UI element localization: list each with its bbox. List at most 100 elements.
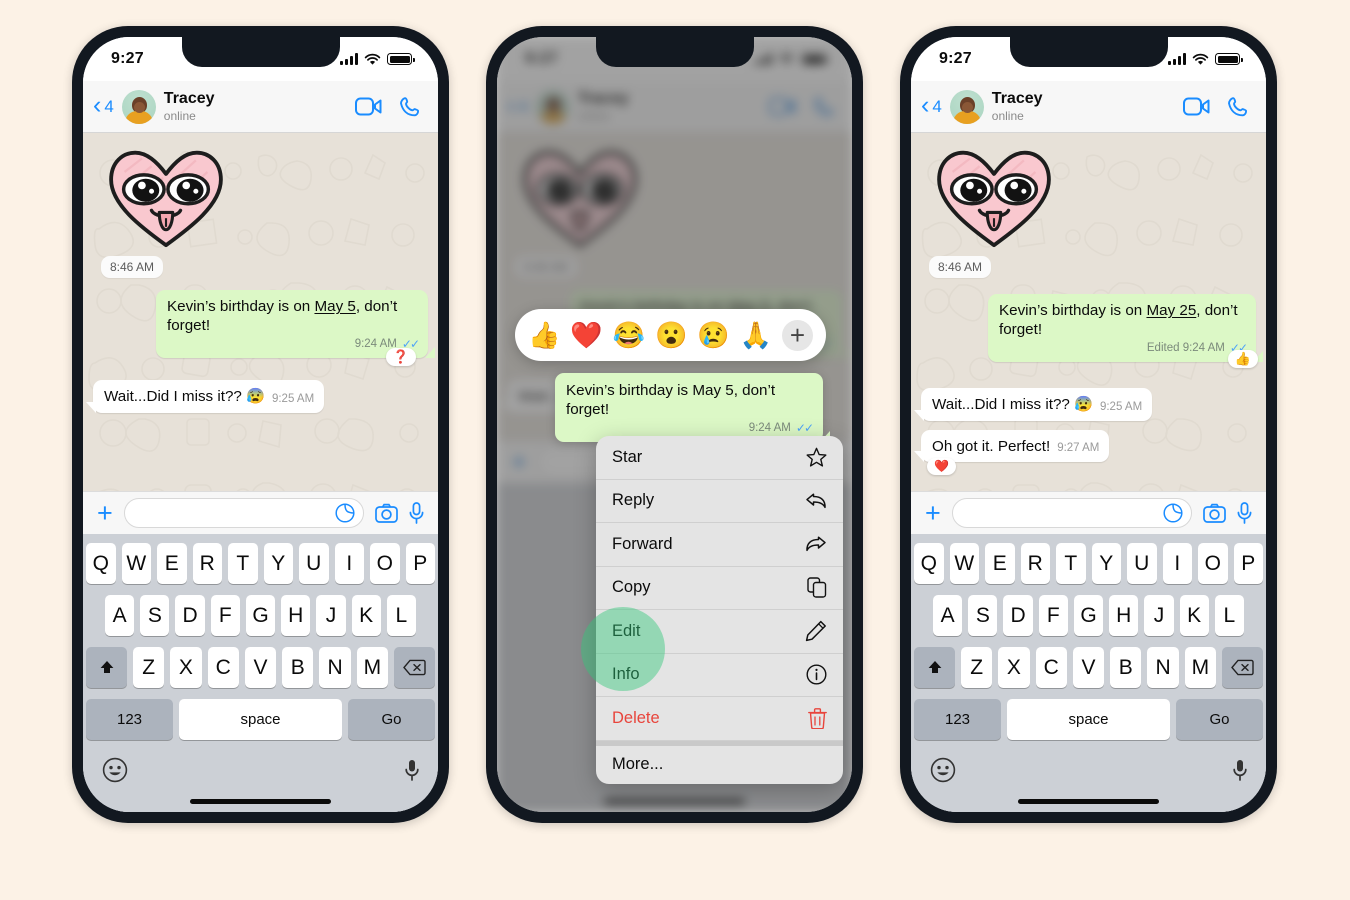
- back-button[interactable]: ‹ 4: [93, 92, 114, 118]
- key-d[interactable]: D: [1003, 595, 1033, 636]
- key-x[interactable]: X: [998, 647, 1030, 688]
- key-d[interactable]: D: [175, 595, 205, 636]
- context-menu-item-more[interactable]: More...: [596, 740, 843, 785]
- key-y[interactable]: Y: [1091, 543, 1121, 584]
- heart-face-sticker[interactable]: [931, 145, 1057, 249]
- contact-avatar[interactable]: [949, 89, 984, 124]
- backspace-key[interactable]: [1222, 647, 1263, 688]
- key-o[interactable]: O: [1198, 543, 1228, 584]
- sticker-icon[interactable]: [1163, 503, 1183, 523]
- contact-avatar[interactable]: [121, 89, 156, 124]
- crying-emoji[interactable]: 😢: [697, 322, 729, 348]
- context-menu-item-star[interactable]: Star: [596, 436, 843, 480]
- reaction-badge[interactable]: ❤️: [927, 457, 956, 475]
- smiley-icon[interactable]: [930, 757, 956, 783]
- bubble-birthday-edited[interactable]: Kevin’s birthday is on May 25, don’t for…: [988, 294, 1263, 363]
- context-menu-item-forward[interactable]: Forward: [596, 523, 843, 567]
- key-k[interactable]: K: [351, 595, 381, 636]
- contact-info[interactable]: Tracey online: [164, 90, 347, 123]
- folded-hands-emoji[interactable]: 🙏: [740, 322, 772, 348]
- shift-key[interactable]: [914, 647, 955, 688]
- microphone-icon[interactable]: [1237, 502, 1252, 524]
- key-c[interactable]: C: [207, 647, 239, 688]
- smiley-icon[interactable]: [102, 757, 128, 783]
- key-r[interactable]: R: [1020, 543, 1050, 584]
- space-key[interactable]: space: [1007, 699, 1170, 740]
- key-b[interactable]: B: [282, 647, 314, 688]
- key-a[interactable]: A: [933, 595, 963, 636]
- bubble-wait-did-i-miss[interactable]: Wait...Did I miss it?? 😰 9:25 AM: [913, 388, 1153, 422]
- heart-face-sticker[interactable]: [103, 145, 229, 249]
- space-key[interactable]: space: [179, 699, 342, 740]
- key-q[interactable]: Q: [86, 543, 116, 584]
- key-q[interactable]: Q: [914, 543, 944, 584]
- contact-info[interactable]: Tracey online: [992, 90, 1175, 123]
- key-n[interactable]: N: [319, 647, 351, 688]
- key-c[interactable]: C: [1035, 647, 1067, 688]
- video-camera-icon[interactable]: [355, 97, 382, 116]
- backspace-key[interactable]: [394, 647, 435, 688]
- go-key[interactable]: Go: [348, 699, 435, 740]
- context-menu-item-reply[interactable]: Reply: [596, 480, 843, 523]
- key-p[interactable]: P: [405, 543, 435, 584]
- key-t[interactable]: T: [1056, 543, 1086, 584]
- phone-icon[interactable]: [1228, 96, 1250, 118]
- reaction-badge[interactable]: ❓: [385, 348, 416, 367]
- key-s[interactable]: S: [968, 595, 998, 636]
- key-o[interactable]: O: [370, 543, 400, 584]
- more-reactions-button[interactable]: +: [781, 319, 813, 351]
- key-n[interactable]: N: [1147, 647, 1179, 688]
- key-f[interactable]: F: [1038, 595, 1068, 636]
- key-y[interactable]: Y: [263, 543, 293, 584]
- microphone-icon[interactable]: [409, 502, 424, 524]
- key-z[interactable]: Z: [133, 647, 165, 688]
- context-menu-item-edit[interactable]: Edit: [596, 610, 843, 654]
- key-j[interactable]: J: [316, 595, 346, 636]
- context-menu-item-info[interactable]: Info: [596, 654, 843, 697]
- key-s[interactable]: S: [140, 595, 170, 636]
- bubble-wait-did-i-miss[interactable]: Wait...Did I miss it?? 😰 9:25 AM: [85, 380, 325, 414]
- camera-icon[interactable]: [375, 503, 398, 523]
- plus-icon[interactable]: +: [97, 499, 113, 527]
- reaction-badge[interactable]: 👍: [1227, 350, 1258, 369]
- key-b[interactable]: B: [1110, 647, 1142, 688]
- message-input[interactable]: [951, 498, 1192, 528]
- numbers-key[interactable]: 123: [86, 699, 173, 740]
- joy-emoji[interactable]: 😂: [613, 322, 645, 348]
- key-z[interactable]: Z: [961, 647, 993, 688]
- key-u[interactable]: U: [1127, 543, 1157, 584]
- key-v[interactable]: V: [244, 647, 277, 688]
- dictation-microphone-icon[interactable]: [1233, 759, 1247, 781]
- shift-key[interactable]: [86, 647, 127, 688]
- sticker-icon[interactable]: [335, 503, 355, 523]
- message-row-outgoing[interactable]: Kevin’s birthday is on May 5, don’t forg…: [93, 290, 435, 367]
- thumbs-up-emoji[interactable]: 👍: [528, 322, 560, 348]
- key-v[interactable]: V: [1072, 647, 1105, 688]
- surprised-emoji[interactable]: 😮: [655, 322, 687, 348]
- key-j[interactable]: J: [1144, 595, 1174, 636]
- go-key[interactable]: Go: [1176, 699, 1263, 740]
- phone-icon[interactable]: [400, 96, 422, 118]
- message-row-incoming[interactable]: Wait...Did I miss it?? 😰 9:25 AM: [913, 388, 1256, 422]
- key-k[interactable]: K: [1179, 595, 1209, 636]
- key-l[interactable]: L: [386, 595, 416, 636]
- message-row-outgoing[interactable]: Kevin’s birthday is on May 25, don’t for…: [921, 294, 1263, 369]
- key-i[interactable]: I: [334, 543, 364, 584]
- context-menu-item-copy[interactable]: Copy: [596, 567, 843, 610]
- message-row-incoming[interactable]: Oh got it. Perfect! 9:27 AM ❤️: [913, 429, 1256, 475]
- key-g[interactable]: G: [245, 595, 276, 636]
- key-h[interactable]: H: [1109, 595, 1139, 636]
- key-m[interactable]: M: [1184, 647, 1216, 688]
- key-x[interactable]: X: [170, 647, 202, 688]
- key-a[interactable]: A: [105, 595, 135, 636]
- plus-icon[interactable]: +: [925, 499, 941, 527]
- key-t[interactable]: T: [228, 543, 258, 584]
- numbers-key[interactable]: 123: [914, 699, 1001, 740]
- message-row-incoming[interactable]: Wait...Did I miss it?? 😰 9:25 AM: [85, 380, 428, 414]
- key-w[interactable]: W: [949, 543, 979, 584]
- back-button[interactable]: ‹ 4: [921, 92, 942, 118]
- camera-icon[interactable]: [1203, 503, 1226, 523]
- selected-message-bubble[interactable]: Kevin’s birthday is May 5, don’t forget!…: [555, 373, 830, 443]
- key-h[interactable]: H: [281, 595, 311, 636]
- key-e[interactable]: E: [985, 543, 1015, 584]
